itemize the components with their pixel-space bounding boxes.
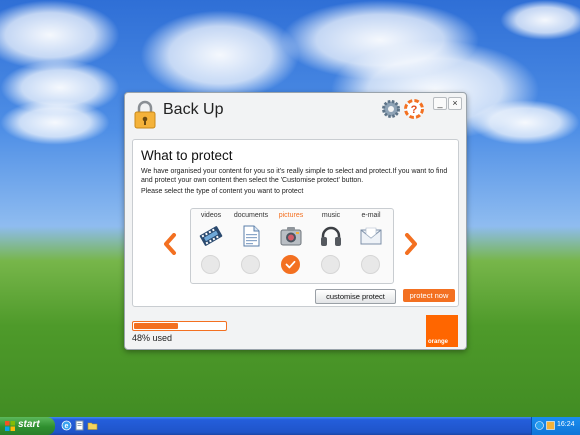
category-documents[interactable]: documents xyxy=(231,209,271,283)
panel-description: We have organised your content for you s… xyxy=(141,168,448,184)
panel-title: What to protect xyxy=(141,148,233,163)
cloud xyxy=(500,0,580,40)
backup-lock-icon xyxy=(134,100,156,129)
windows-flag-icon xyxy=(5,421,15,431)
document-icon[interactable] xyxy=(74,420,85,431)
category-email[interactable]: e-mail xyxy=(351,209,391,283)
next-arrow-icon[interactable] xyxy=(404,233,418,255)
minimize-button[interactable]: _ xyxy=(433,97,447,110)
cloud xyxy=(470,100,580,145)
gear-icon[interactable] xyxy=(381,99,401,119)
close-button[interactable]: × xyxy=(448,97,462,110)
category-videos[interactable]: videos xyxy=(191,209,231,283)
panel-prompt: Please select the type of content you wa… xyxy=(141,188,304,195)
orange-logo: orange xyxy=(426,315,458,347)
protect-panel: What to protect We have organised your c… xyxy=(132,139,459,307)
start-label: start xyxy=(18,419,40,430)
category-music[interactable]: music xyxy=(311,209,351,283)
customise-protect-button[interactable]: customise protect xyxy=(315,289,396,304)
backup-window: Back Up ? _ × What to protect We have or… xyxy=(124,92,467,350)
category-pictures[interactable]: pictures xyxy=(271,209,311,283)
usage-progress-bar xyxy=(132,321,227,331)
folder-icon[interactable] xyxy=(87,420,98,431)
window-title: Back Up xyxy=(163,101,224,118)
radio-button[interactable] xyxy=(321,255,340,274)
radio-button[interactable] xyxy=(201,255,220,274)
envelope-icon xyxy=(360,227,382,245)
browser-icon[interactable]: e xyxy=(61,420,72,431)
protect-now-button[interactable]: protect now xyxy=(403,289,455,302)
clock: 16:24 xyxy=(557,421,575,428)
category-label: documents xyxy=(233,212,269,219)
cloud xyxy=(0,100,110,145)
usage-progress-fill xyxy=(134,323,178,329)
previous-arrow-icon[interactable] xyxy=(163,233,177,255)
backup-tray-icon[interactable] xyxy=(546,421,555,430)
category-label: e-mail xyxy=(361,212,381,219)
taskbar: start e 16:24 xyxy=(0,417,580,435)
network-icon[interactable] xyxy=(535,421,544,430)
start-button[interactable]: start xyxy=(0,417,55,435)
headphones-icon xyxy=(321,226,341,246)
camera-icon xyxy=(280,227,302,246)
logo-text: orange xyxy=(428,339,449,345)
cloud xyxy=(140,10,300,100)
category-label: pictures xyxy=(278,212,304,219)
document-icon xyxy=(243,225,260,247)
category-label: videos xyxy=(200,212,222,219)
radio-button[interactable] xyxy=(361,255,380,274)
svg-text:e: e xyxy=(65,423,69,430)
help-lifebuoy-icon[interactable]: ? xyxy=(404,99,424,119)
content-type-selector: videos documents pictures music e-mail xyxy=(190,208,394,284)
system-tray: 16:24 xyxy=(531,417,580,435)
usage-text: 48% used xyxy=(132,333,173,343)
film-icon xyxy=(199,226,223,246)
radio-button[interactable] xyxy=(241,255,260,274)
category-label: music xyxy=(321,212,341,219)
selected-check-icon[interactable] xyxy=(281,255,300,274)
svg-text:?: ? xyxy=(411,104,418,116)
